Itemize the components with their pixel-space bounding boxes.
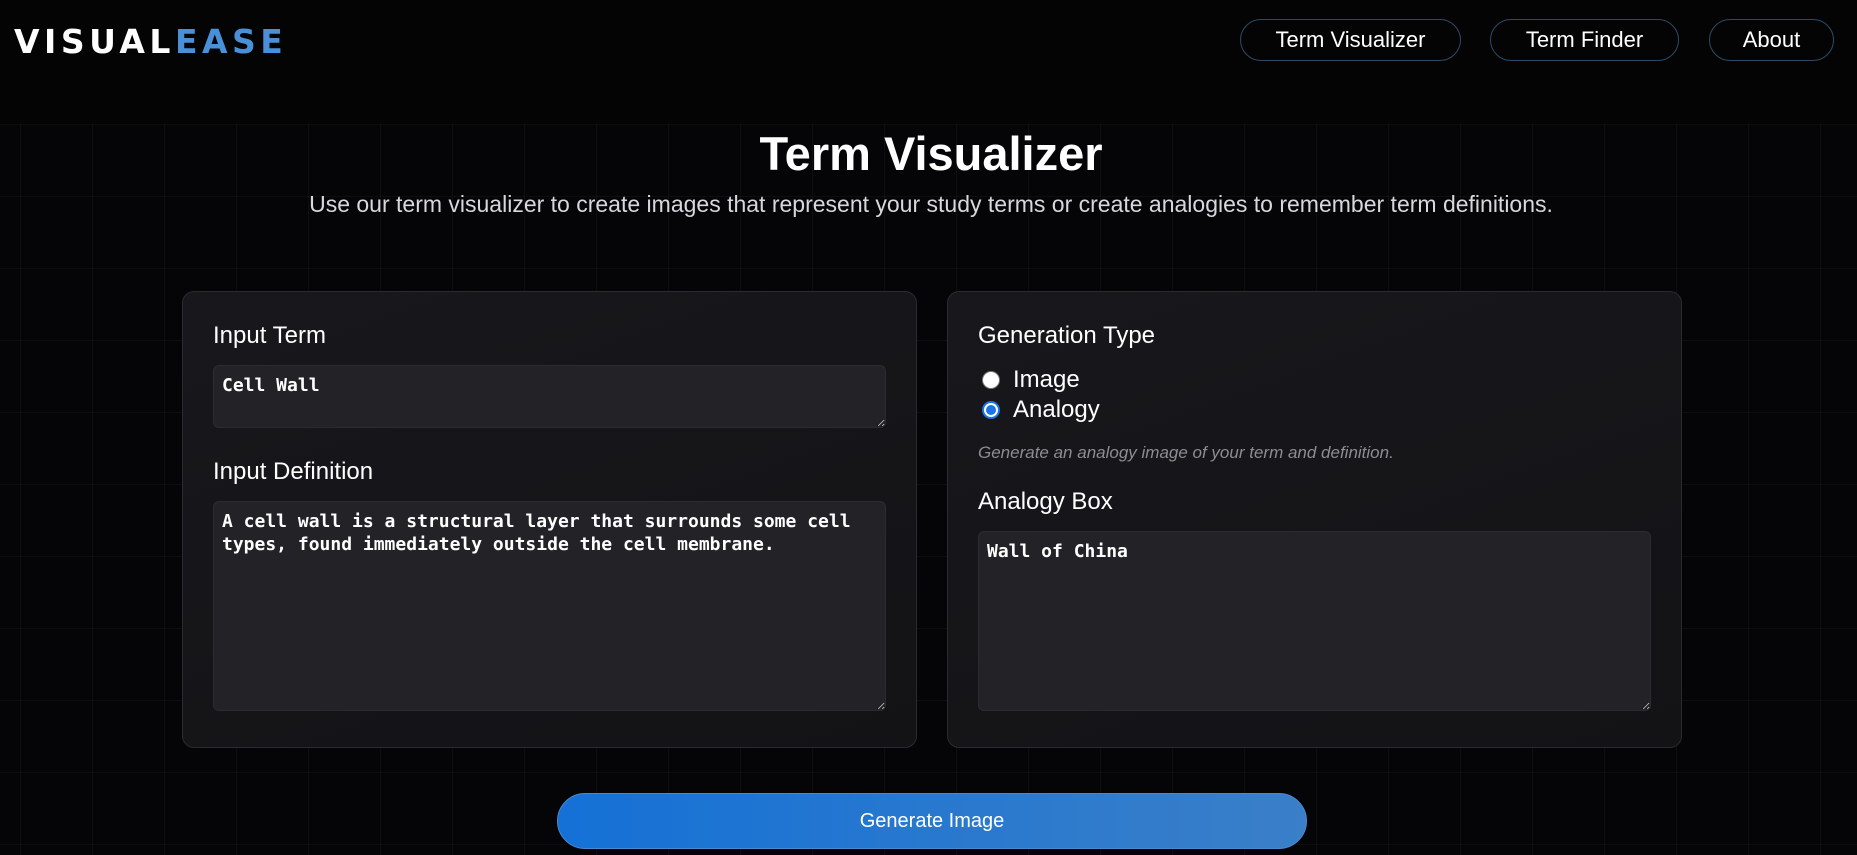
input-definition-label: Input Definition	[213, 458, 374, 485]
generation-hint-text: Generate an analogy image of your term a…	[978, 443, 1394, 462]
generation-type-label: Generation Type	[978, 322, 1156, 349]
nav-about-button[interactable]: About	[1709, 19, 1834, 61]
visualease-logo[interactable]: VISUALEASE	[14, 22, 287, 62]
nav-term-finder-button[interactable]: Term Finder	[1490, 19, 1679, 61]
logo-text-primary: VISUAL	[14, 22, 175, 61]
analogy-box-label: Analogy Box	[978, 488, 1113, 515]
top-navigation-bar: VISUALEASE Term Visualizer Term Finder A…	[0, 0, 1857, 124]
image-radio-label[interactable]: Image	[1013, 366, 1080, 394]
radio-option-image[interactable]: Image	[982, 366, 1080, 394]
page-title: Term Visualizer	[759, 127, 1103, 180]
analogy-radio-button[interactable]	[982, 401, 1000, 419]
input-term-label: Input Term	[213, 322, 326, 349]
analogy-radio-label[interactable]: Analogy	[1013, 396, 1100, 424]
page-subtitle: Use our term visualizer to create images…	[309, 191, 1553, 217]
input-term-field[interactable]: Cell Wall	[213, 365, 886, 428]
nav-term-visualizer-button[interactable]: Term Visualizer	[1240, 19, 1461, 61]
analogy-box-field[interactable]: Wall of China	[978, 531, 1651, 711]
generate-image-button[interactable]: Generate Image	[557, 793, 1307, 849]
logo-text-accent: EASE	[174, 22, 288, 61]
input-definition-field[interactable]: A cell wall is a structural layer that s…	[213, 501, 886, 711]
radio-option-analogy[interactable]: Analogy	[982, 396, 1100, 424]
image-radio-button[interactable]	[982, 371, 1000, 389]
